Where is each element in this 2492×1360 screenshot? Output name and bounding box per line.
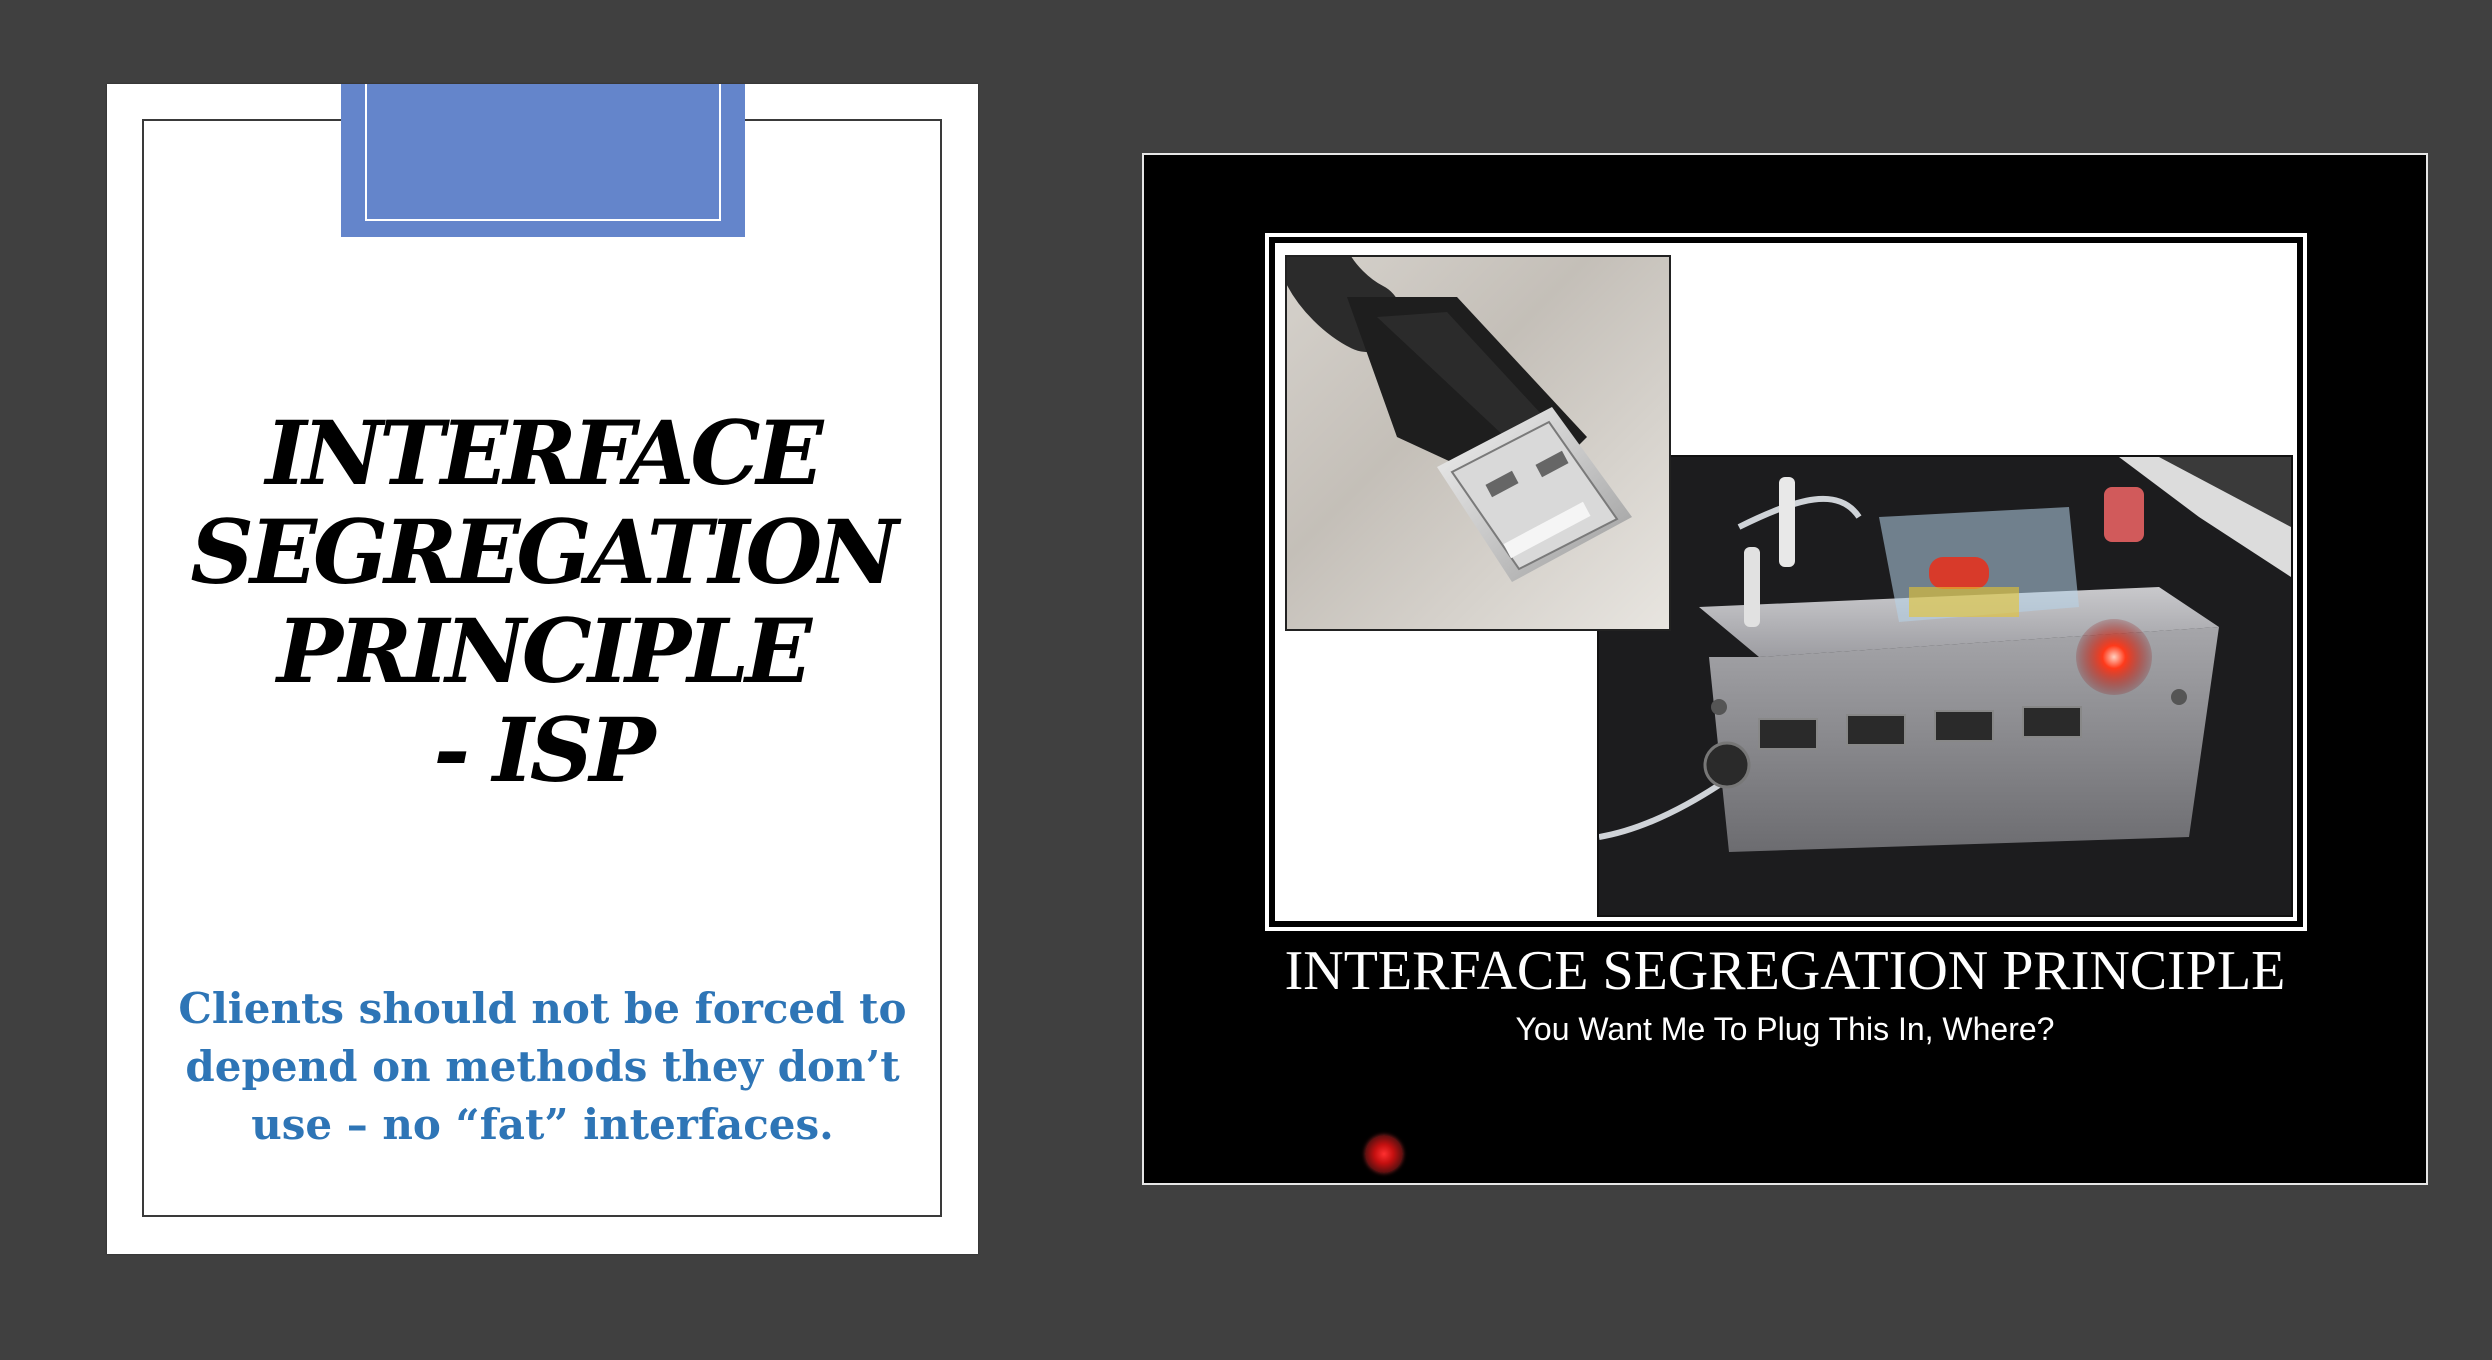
title-line-3: PRINCIPLE: [276, 599, 812, 703]
presentation-viewer: INTERFACE SEGREGATION PRINCIPLE - ISP Cl…: [0, 0, 2492, 1360]
usb-plug-photo: [1285, 255, 1671, 631]
accent-tab: [341, 84, 745, 237]
slide-isp-poster: INTERFACE SEGREGATION PRINCIPLE You Want…: [1142, 153, 2428, 1185]
poster-caption: You Want Me To Plug This In, Where?: [1515, 1011, 2055, 1047]
usb-hub-device-photo: [1597, 455, 2293, 917]
title-line-4: - ISP: [433, 698, 655, 802]
accent-tab-outline: [365, 84, 721, 221]
poster-image-area: [1275, 243, 2297, 921]
title-line-2: SEGREGATION: [190, 500, 898, 604]
poster-frame: [1265, 233, 2307, 931]
slide-title: INTERFACE SEGREGATION PRINCIPLE - ISP: [107, 404, 978, 800]
slide-isp-title: INTERFACE SEGREGATION PRINCIPLE - ISP Cl…: [107, 84, 978, 1254]
slide-subtitle: Clients should not be forced to depend o…: [178, 984, 907, 1149]
title-line-1: INTERFACE: [265, 401, 823, 505]
poster-title: INTERFACE SEGREGATION PRINCIPLE: [1284, 940, 2286, 1002]
laser-pointer-dot: [1365, 1135, 1403, 1173]
